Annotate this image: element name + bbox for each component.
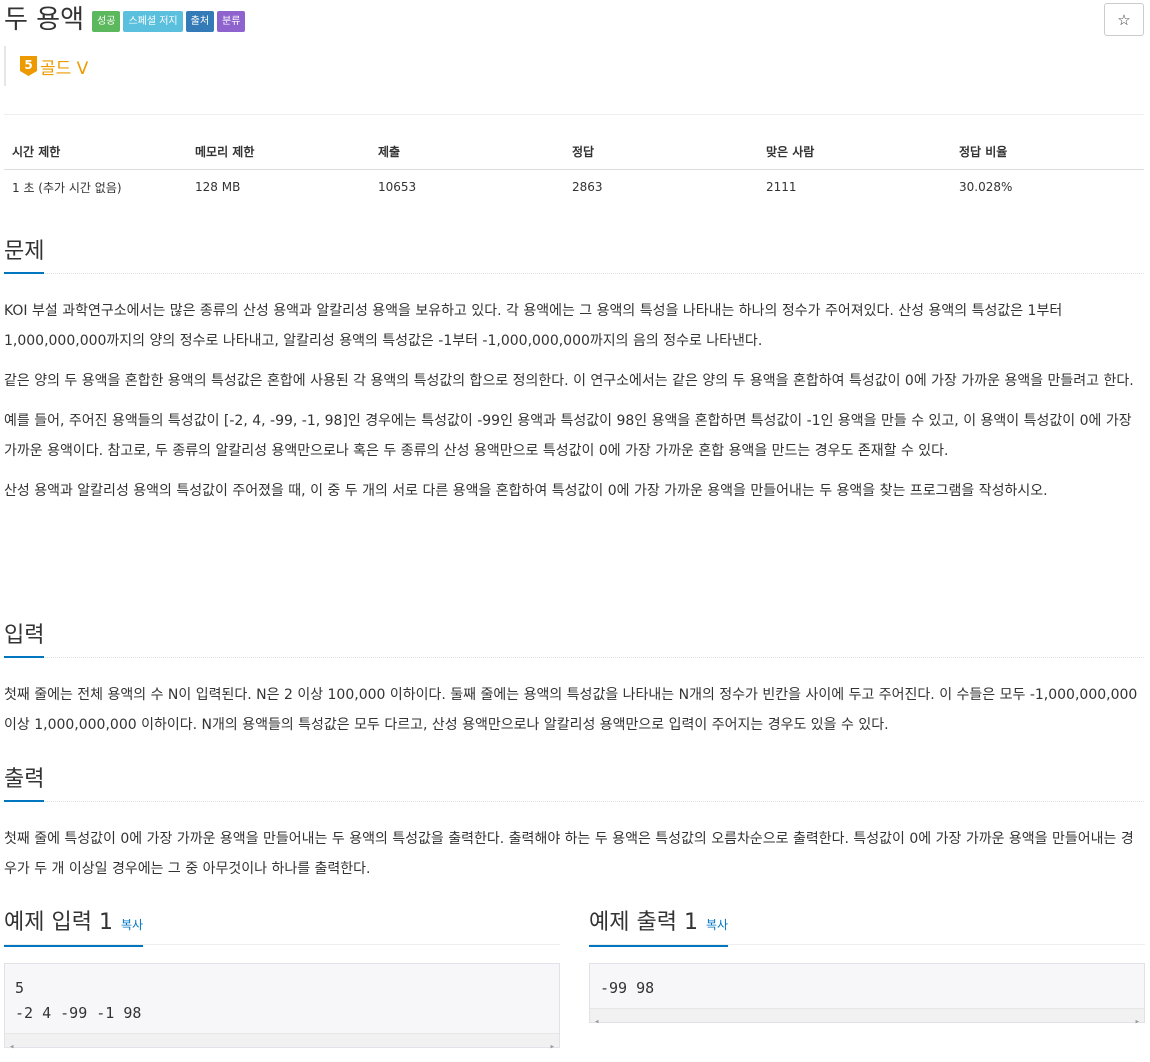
sample-input-box[interactable]: 5 -2 4 -99 -1 98 ◂ ▸: [4, 963, 560, 1052]
sample-line: -99 98: [600, 979, 655, 997]
paragraph: 산성 용액과 알칼리성 용액의 특성값이 주어졌을 때, 이 중 두 개의 서로…: [4, 483, 1048, 499]
memory-limit-value: 128 MB: [195, 180, 241, 195]
paragraph: 첫째 줄에는 전체 용액의 수 N이 입력된다. N은 2 이상 100,000…: [4, 687, 1138, 733]
sample-output-section: 예제 출력 1 복사 -99 98 ◂ ▸: [589, 907, 1145, 1027]
section-title: 출력: [4, 764, 45, 802]
section-header: 출력: [4, 764, 1144, 802]
scroll-left-icon[interactable]: ◂: [9, 1035, 14, 1060]
output-section: 출력 첫째 줄에 특성값이 0에 가장 가까운 용액을 만들어내는 두 용액의 …: [4, 764, 1144, 884]
output-body: 첫째 줄에 특성값이 0에 가장 가까운 용액을 만들어내는 두 용액의 특성값…: [4, 824, 1144, 884]
tier-row: 5 골드 V: [4, 46, 88, 86]
problem-description-body: KOI 부설 과학연구소에서는 많은 종류의 산성 용액과 알칼리성 용액을 보…: [4, 296, 1144, 506]
scroll-left-icon[interactable]: ◂: [594, 1010, 599, 1035]
paragraph: 같은 양의 두 용액을 혼합한 용액의 특성값은 혼합에 사용된 각 용액의 특…: [4, 373, 1134, 389]
header-accepted: 정답: [564, 135, 758, 170]
section-header: 문제: [4, 236, 1144, 274]
horizontal-scrollbar[interactable]: ◂ ▸: [590, 1008, 1144, 1027]
sample-input-section: 예제 입력 1 복사 5 -2 4 -99 -1 98 ◂ ▸: [4, 907, 560, 1052]
input-section: 입력 첫째 줄에는 전체 용액의 수 N이 입력된다. N은 2 이상 100,…: [4, 620, 1144, 740]
sample-input-title: 예제 입력 1: [4, 910, 113, 935]
badge-category[interactable]: 분류: [217, 10, 246, 32]
table-row: 1 초 (추가 시간 없음) 128 MB 10653 2863 2111 30…: [4, 169, 1144, 205]
horizontal-scrollbar[interactable]: ◂ ▸: [5, 1033, 559, 1052]
title-row: 두 용액 성공 스페셜 저지 출처 분류: [4, 0, 246, 40]
input-body: 첫째 줄에는 전체 용액의 수 N이 입력된다. N은 2 이상 100,000…: [4, 680, 1144, 740]
paragraph: 예를 들어, 주어진 용액들의 특성값이 [-2, 4, -99, -1, 98…: [4, 413, 1132, 459]
header-solved-users: 맞은 사람: [758, 135, 951, 170]
accept-ratio-value: 30.028%: [959, 180, 1013, 195]
badge-success[interactable]: 성공: [92, 10, 121, 32]
header-time-limit: 시간 제한: [4, 135, 187, 170]
table-header-row: 시간 제한 메모리 제한 제출 정답 맞은 사람 정답 비율: [4, 135, 1144, 170]
scroll-right-icon[interactable]: ▸: [550, 1035, 555, 1060]
section-title: 예제 입력 1 복사: [4, 907, 144, 947]
accepted-value: 2863: [572, 180, 603, 195]
problem-description-section: 문제 KOI 부설 과학연구소에서는 많은 종류의 산성 용액과 알칼리성 용액…: [4, 236, 1144, 506]
paragraph: 첫째 줄에 특성값이 0에 가장 가까운 용액을 만들어내는 두 용액의 특성값…: [4, 831, 1134, 877]
section-title: 입력: [4, 620, 45, 658]
favorite-button[interactable]: ☆: [1104, 3, 1144, 36]
section-title: 문제: [4, 236, 45, 274]
solved-users-value: 2111: [766, 180, 797, 195]
sample-line: 5: [15, 979, 25, 997]
section-header: 예제 입력 1 복사: [4, 907, 560, 947]
scroll-right-icon[interactable]: ▸: [1135, 1010, 1140, 1035]
badge-group: 성공 스페셜 저지 출처 분류: [92, 10, 246, 32]
star-icon: ☆: [1117, 10, 1131, 29]
tier-label[interactable]: 골드 V: [40, 54, 88, 79]
badge-source[interactable]: 출처: [185, 10, 215, 32]
time-limit-value: 1 초 (추가 시간 없음): [12, 180, 122, 195]
badge-special-judge[interactable]: 스페셜 저지: [123, 10, 183, 32]
divider: [4, 114, 1144, 115]
section-header: 입력: [4, 620, 1144, 658]
tier-level: 5: [24, 58, 32, 72]
problem-info-table: 시간 제한 메모리 제한 제출 정답 맞은 사람 정답 비율 1 초 (추가 시…: [4, 135, 1144, 205]
header-submissions: 제출: [370, 135, 564, 170]
section-header: 예제 출력 1 복사: [589, 907, 1145, 947]
tier-gold-icon: 5: [20, 56, 37, 76]
submissions-value: 10653: [378, 180, 417, 195]
copy-sample-output-button[interactable]: 복사: [706, 918, 728, 932]
header-accept-ratio: 정답 비율: [951, 135, 1144, 170]
paragraph: KOI 부설 과학연구소에서는 많은 종류의 산성 용액과 알칼리성 용액을 보…: [4, 303, 1063, 349]
section-title: 예제 출력 1 복사: [589, 907, 729, 947]
sample-output-box[interactable]: -99 98 ◂ ▸: [589, 963, 1145, 1027]
header-memory-limit: 메모리 제한: [187, 135, 370, 170]
copy-sample-input-button[interactable]: 복사: [121, 918, 143, 932]
sample-output-title: 예제 출력 1: [589, 910, 698, 935]
problem-title: 두 용액: [4, 5, 85, 35]
sample-line: -2 4 -99 -1 98: [15, 1004, 142, 1022]
